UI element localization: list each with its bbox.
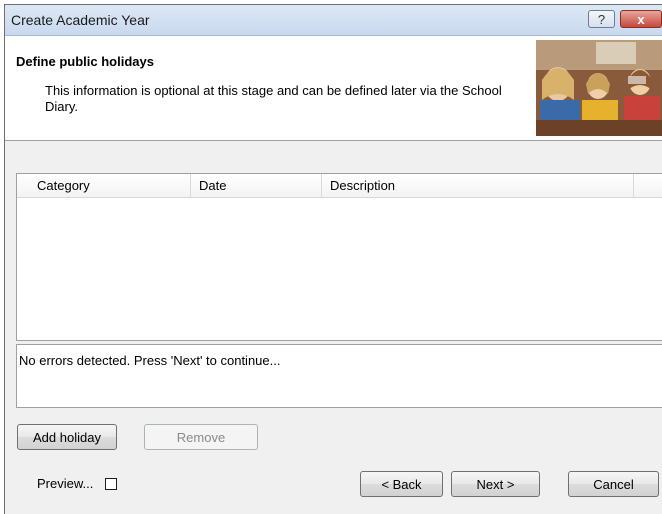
close-icon: x	[637, 12, 645, 27]
add-holiday-button[interactable]: Add holiday	[17, 424, 117, 450]
grid-header: Category Date Description	[17, 174, 662, 198]
status-message: No errors detected. Press 'Next' to cont…	[19, 353, 281, 368]
next-button[interactable]: Next >	[451, 471, 540, 497]
help-icon: ?	[597, 12, 606, 27]
column-header-description[interactable]: Description	[322, 174, 634, 197]
wizard-header: Define public holidays This information …	[5, 36, 662, 141]
holidays-grid[interactable]: Category Date Description	[16, 173, 662, 341]
page-title: Define public holidays	[16, 54, 154, 69]
classroom-photo	[536, 40, 662, 136]
back-button[interactable]: < Back	[360, 471, 443, 497]
window-title: Create Academic Year	[11, 12, 150, 28]
status-message-box: No errors detected. Press 'Next' to cont…	[16, 344, 662, 408]
title-bar[interactable]: Create Academic Year ? x	[5, 5, 662, 36]
page-description: This information is optional at this sta…	[45, 83, 502, 114]
close-button[interactable]: x	[620, 10, 662, 28]
column-header-date[interactable]: Date	[191, 174, 322, 197]
cancel-button[interactable]: Cancel	[568, 471, 659, 497]
create-academic-year-dialog: Create Academic Year ? x Define public h…	[4, 4, 662, 514]
preview-checkbox[interactable]	[105, 478, 117, 490]
column-header-extra	[634, 174, 662, 197]
help-button[interactable]: ?	[588, 10, 615, 28]
column-header-category[interactable]: Category	[27, 174, 191, 197]
preview-label: Preview...	[37, 476, 94, 491]
remove-button[interactable]: Remove	[144, 424, 258, 450]
